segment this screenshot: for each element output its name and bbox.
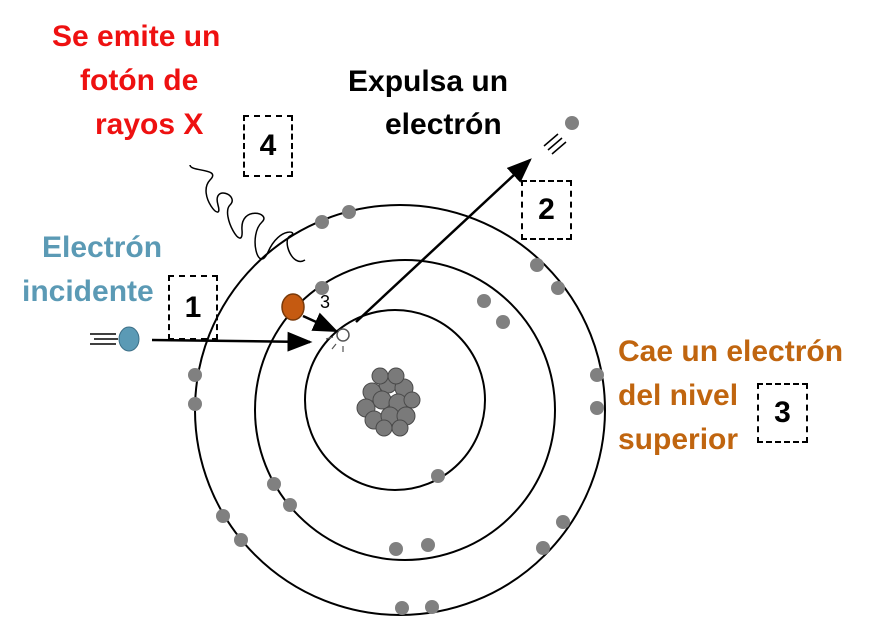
electron [188, 397, 202, 411]
step-box-2: 2 [521, 180, 572, 240]
step-box-4: 4 [243, 115, 293, 177]
electron [477, 294, 491, 308]
ejected-electron [543, 116, 579, 155]
nucleus [356, 367, 421, 437]
incident-label-line1: Electrón [42, 231, 163, 264]
step-box-3: 3 [757, 383, 808, 443]
electron [421, 538, 435, 552]
falling-arrow-tag: 3 [320, 292, 330, 312]
electron [590, 401, 604, 415]
electron [496, 315, 510, 329]
electron [234, 533, 248, 547]
electron [342, 205, 356, 219]
electron [389, 542, 403, 556]
electron [188, 368, 202, 382]
vacancy [336, 328, 350, 342]
electron [551, 281, 565, 295]
xray-label-line3: rayos X [95, 108, 204, 141]
incident-arrow [151, 331, 313, 352]
electron [283, 498, 297, 512]
xray-label-line2: fotón de [80, 64, 199, 97]
electron [536, 541, 550, 555]
incident-label-line2: incidente [22, 275, 154, 308]
electron [425, 600, 439, 614]
xray-photon-wave [189, 164, 306, 263]
electron [216, 509, 230, 523]
electron [395, 601, 409, 615]
electron [556, 515, 570, 529]
electron [590, 368, 604, 382]
step-box-1: 1 [168, 275, 218, 340]
falls-label-line2: del nivel [618, 379, 739, 412]
xray-label-line1: Se emite un [52, 20, 221, 53]
electron [530, 258, 544, 272]
expel-label-line1: Expulsa un [348, 65, 509, 98]
falling-arrow [302, 312, 339, 333]
electron [315, 215, 329, 229]
electron [267, 477, 281, 491]
falls-label-line3: superior [618, 423, 739, 456]
falling-electron [281, 293, 305, 321]
incident-electron [90, 326, 140, 352]
expel-label-line2: electrón [385, 108, 502, 141]
falls-label-line1: Cae un electrón [618, 335, 844, 368]
electron [431, 469, 445, 483]
